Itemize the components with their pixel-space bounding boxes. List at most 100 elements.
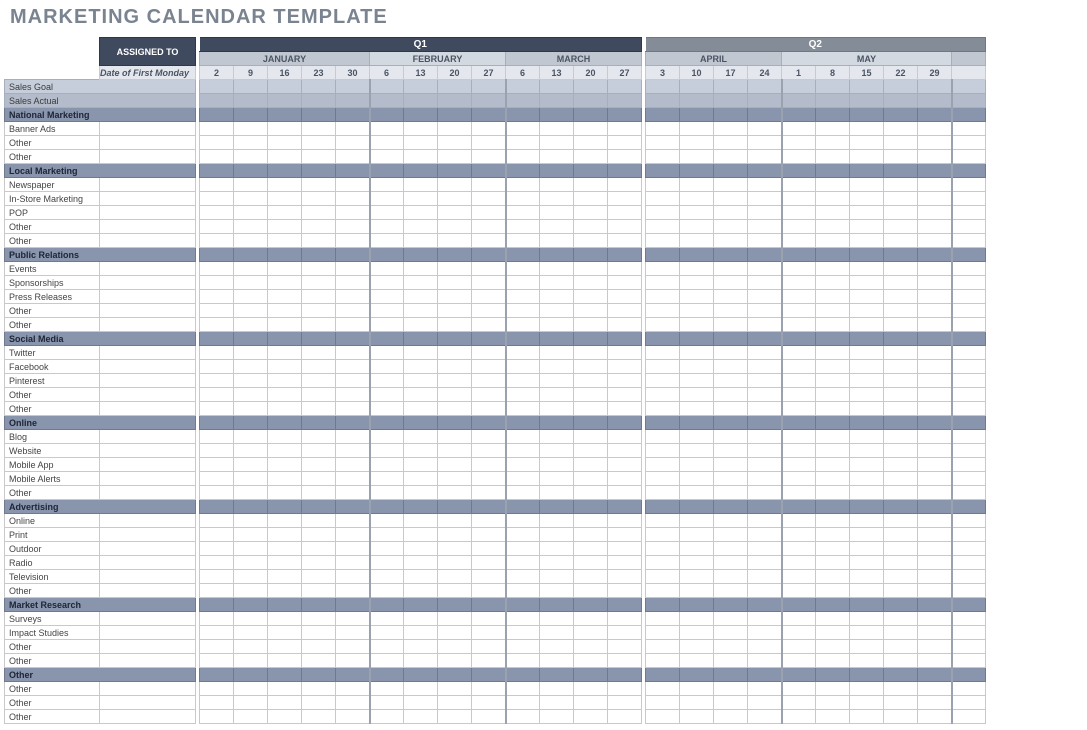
grid-cell[interactable] [748,192,782,206]
grid-cell[interactable] [816,430,850,444]
grid-cell[interactable] [268,220,302,234]
grid-cell[interactable] [608,500,642,514]
grid-cell[interactable] [438,262,472,276]
grid-cell[interactable] [646,80,680,94]
grid-cell[interactable] [472,220,506,234]
grid-cell[interactable] [472,486,506,500]
grid-cell[interactable] [506,192,540,206]
grid-cell[interactable] [918,570,952,584]
grid-cell[interactable] [782,262,816,276]
grid-cell[interactable] [884,472,918,486]
assigned-cell[interactable] [100,234,196,248]
grid-cell[interactable] [608,360,642,374]
grid-cell[interactable] [506,80,540,94]
grid-cell[interactable] [714,458,748,472]
grid-cell[interactable] [918,122,952,136]
grid-cell[interactable] [404,682,438,696]
grid-cell[interactable] [646,108,680,122]
assigned-cell[interactable] [100,584,196,598]
grid-cell[interactable] [816,556,850,570]
grid-cell[interactable] [540,626,574,640]
grid-cell[interactable] [438,80,472,94]
grid-cell[interactable] [952,528,986,542]
grid-cell[interactable] [608,640,642,654]
grid-cell[interactable] [816,164,850,178]
grid-cell[interactable] [438,682,472,696]
grid-cell[interactable] [370,472,404,486]
grid-cell[interactable] [268,164,302,178]
grid-cell[interactable] [472,304,506,318]
grid-cell[interactable] [404,640,438,654]
grid-cell[interactable] [748,388,782,402]
grid-cell[interactable] [714,94,748,108]
grid-cell[interactable] [438,584,472,598]
grid-cell[interactable] [850,430,884,444]
grid-cell[interactable] [336,710,370,724]
grid-cell[interactable] [574,696,608,710]
grid-cell[interactable] [540,234,574,248]
grid-cell[interactable] [748,290,782,304]
grid-cell[interactable] [816,276,850,290]
grid-cell[interactable] [506,612,540,626]
grid-cell[interactable] [370,640,404,654]
grid-cell[interactable] [268,584,302,598]
grid-cell[interactable] [404,388,438,402]
grid-cell[interactable] [370,290,404,304]
grid-cell[interactable] [748,668,782,682]
grid-cell[interactable] [748,136,782,150]
grid-cell[interactable] [608,570,642,584]
grid-cell[interactable] [336,514,370,528]
grid-cell[interactable] [782,402,816,416]
grid-cell[interactable] [472,346,506,360]
grid-cell[interactable] [574,626,608,640]
grid-cell[interactable] [574,584,608,598]
grid-cell[interactable] [404,570,438,584]
grid-cell[interactable] [714,374,748,388]
grid-cell[interactable] [540,710,574,724]
grid-cell[interactable] [540,220,574,234]
grid-cell[interactable] [952,710,986,724]
grid-cell[interactable] [370,304,404,318]
grid-cell[interactable] [680,640,714,654]
grid-cell[interactable] [438,486,472,500]
grid-cell[interactable] [404,276,438,290]
grid-cell[interactable] [574,248,608,262]
grid-cell[interactable] [816,332,850,346]
grid-cell[interactable] [574,150,608,164]
grid-cell[interactable] [540,416,574,430]
grid-cell[interactable] [574,94,608,108]
grid-cell[interactable] [574,542,608,556]
grid-cell[interactable] [782,430,816,444]
grid-cell[interactable] [268,360,302,374]
grid-cell[interactable] [200,136,234,150]
grid-cell[interactable] [748,150,782,164]
grid-cell[interactable] [234,262,268,276]
grid-cell[interactable] [472,234,506,248]
grid-cell[interactable] [850,150,884,164]
grid-cell[interactable] [302,598,336,612]
grid-cell[interactable] [608,374,642,388]
grid-cell[interactable] [200,598,234,612]
grid-cell[interactable] [336,416,370,430]
grid-cell[interactable] [646,682,680,696]
grid-cell[interactable] [714,486,748,500]
grid-cell[interactable] [200,416,234,430]
grid-cell[interactable] [782,458,816,472]
grid-cell[interactable] [748,458,782,472]
grid-cell[interactable] [608,206,642,220]
grid-cell[interactable] [782,388,816,402]
grid-cell[interactable] [918,318,952,332]
grid-cell[interactable] [200,584,234,598]
grid-cell[interactable] [680,248,714,262]
grid-cell[interactable] [370,122,404,136]
grid-cell[interactable] [370,360,404,374]
grid-cell[interactable] [608,430,642,444]
grid-cell[interactable] [782,206,816,220]
grid-cell[interactable] [918,458,952,472]
grid-cell[interactable] [850,528,884,542]
grid-cell[interactable] [302,304,336,318]
grid-cell[interactable] [472,430,506,444]
assigned-cell[interactable] [100,472,196,486]
grid-cell[interactable] [268,486,302,500]
grid-cell[interactable] [782,318,816,332]
